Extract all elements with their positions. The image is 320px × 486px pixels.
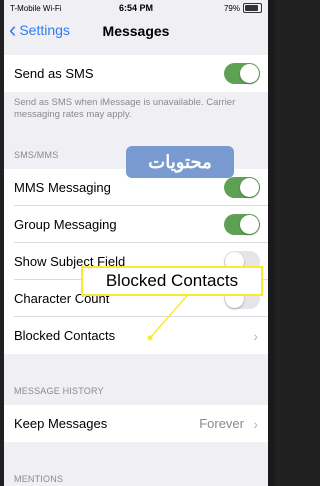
callout-label: Blocked Contacts bbox=[81, 266, 263, 296]
right-edge-bar bbox=[268, 0, 275, 486]
callout-pointer bbox=[147, 289, 193, 341]
phone-screen: T-Mobile Wi-Fi 6:54 PM 79% ‹ Settings Me… bbox=[4, 0, 268, 486]
